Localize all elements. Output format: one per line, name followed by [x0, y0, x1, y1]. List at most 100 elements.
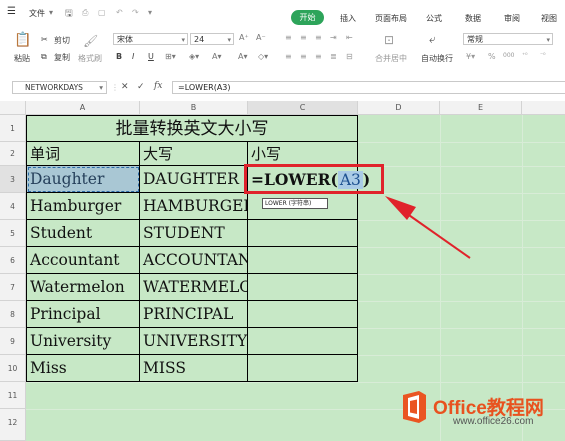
- table-cell-upper[interactable]: MISS: [140, 355, 248, 382]
- table-cell-upper[interactable]: PRINCIPAL: [140, 301, 248, 328]
- column-header-f[interactable]: [522, 101, 565, 115]
- bold-button[interactable]: B: [116, 52, 122, 61]
- row-header-3[interactable]: 3: [0, 166, 26, 193]
- formula-input[interactable]: =LOWER(A3): [172, 81, 565, 94]
- align-top-icon[interactable]: ≡: [285, 33, 292, 42]
- row-header-9[interactable]: 9: [0, 328, 26, 355]
- save-icon[interactable]: 🖫: [65, 6, 73, 22]
- align-middle-icon[interactable]: ≡: [300, 33, 307, 42]
- table-cell-lower[interactable]: [248, 355, 358, 382]
- column-header-d[interactable]: D: [358, 101, 440, 115]
- table-cell-lower[interactable]: [248, 328, 358, 355]
- table-cell-word[interactable]: Daughter: [27, 166, 140, 193]
- table-cell-lower[interactable]: [248, 274, 358, 301]
- name-box[interactable]: NETWORKDAYS ▾: [12, 81, 107, 94]
- print-icon[interactable]: ⎙: [82, 8, 88, 18]
- row-header-8[interactable]: 8: [0, 301, 26, 328]
- align-left-icon[interactable]: ≡: [285, 52, 292, 61]
- merge-center-button[interactable]: 合并居中: [375, 53, 407, 64]
- align-center-icon[interactable]: ≡: [300, 52, 307, 61]
- redo-icon[interactable]: ↷: [132, 8, 139, 17]
- wrap-text-button[interactable]: 自动换行: [421, 53, 453, 64]
- underline-button[interactable]: U: [148, 52, 154, 61]
- tab-data[interactable]: 数据: [465, 13, 481, 24]
- table-cell-upper[interactable]: STUDENT: [140, 220, 248, 247]
- table-cell-word[interactable]: Hamburger: [27, 193, 140, 220]
- outdent-icon[interactable]: ⇤: [346, 33, 353, 42]
- table-title[interactable]: 批量转换英文大小写: [27, 116, 358, 142]
- column-header-a[interactable]: A: [26, 101, 140, 115]
- brush-icon[interactable]: 🖌: [83, 34, 98, 48]
- copy-button[interactable]: 复制: [54, 52, 70, 63]
- table-cell-upper[interactable]: DAUGHTER: [140, 166, 248, 193]
- font-size-select[interactable]: 24 ▾: [190, 33, 234, 45]
- table-cell-upper[interactable]: UNIVERSITY: [140, 328, 248, 355]
- row-header-10[interactable]: 10: [0, 355, 26, 382]
- wrap-text-icon[interactable]: ⤶: [429, 32, 436, 47]
- tab-formulas[interactable]: 公式: [426, 13, 442, 24]
- row-header-12[interactable]: 12: [0, 409, 26, 441]
- cancel-icon[interactable]: ✕: [121, 82, 129, 92]
- paste-icon[interactable]: 📋: [14, 33, 31, 50]
- drag-handle-icon[interactable]: ⋮: [111, 83, 119, 92]
- font-name-select[interactable]: 宋体 ▾: [113, 33, 188, 45]
- paste-button[interactable]: 粘贴: [14, 53, 30, 64]
- row-header-1[interactable]: 1: [0, 115, 26, 142]
- tab-page-layout[interactable]: 页面布局: [375, 13, 407, 24]
- cut-button[interactable]: 剪切: [54, 35, 70, 46]
- decrease-decimal-icon[interactable]: ⁻⁰: [540, 52, 546, 59]
- header-cell-lower[interactable]: 小写: [248, 142, 358, 166]
- table-cell-lower[interactable]: [248, 247, 358, 274]
- header-cell-word[interactable]: 单词: [27, 142, 140, 166]
- italic-button[interactable]: I: [132, 52, 134, 61]
- header-cell-upper[interactable]: 大写: [140, 142, 248, 166]
- border-icon[interactable]: ⊞▾: [165, 52, 176, 61]
- table-cell-upper[interactable]: HAMBURGER: [140, 193, 248, 220]
- column-header-c[interactable]: C: [248, 101, 358, 115]
- undo-icon[interactable]: ↶: [116, 8, 123, 17]
- tab-home[interactable]: 开始: [291, 10, 324, 25]
- thousands-separator-button[interactable]: 000: [503, 52, 514, 59]
- increase-decimal-icon[interactable]: ⁺⁰: [522, 52, 528, 59]
- table-cell-word[interactable]: University: [27, 328, 140, 355]
- merge-cells-icon[interactable]: ⊡: [384, 33, 394, 47]
- table-cell-upper[interactable]: ACCOUNTANT: [140, 247, 248, 274]
- print-preview-icon[interactable]: ▢: [98, 8, 106, 17]
- distributed-icon[interactable]: ⊟: [346, 52, 353, 61]
- confirm-icon[interactable]: ✓: [137, 82, 145, 92]
- hamburger-menu-icon[interactable]: ☰: [7, 6, 16, 17]
- text-case-icon[interactable]: A▾: [238, 52, 248, 61]
- row-header-6[interactable]: 6: [0, 247, 26, 274]
- table-cell-word[interactable]: Student: [27, 220, 140, 247]
- row-header-7[interactable]: 7: [0, 274, 26, 301]
- table-cell-word[interactable]: Principal: [27, 301, 140, 328]
- row-header-11[interactable]: 11: [0, 382, 26, 409]
- font-color-icon[interactable]: A▾: [212, 52, 222, 61]
- align-bottom-icon[interactable]: ≡: [315, 33, 322, 42]
- tab-view[interactable]: 视图: [541, 13, 557, 24]
- table-cell-word[interactable]: Miss: [27, 355, 140, 382]
- row-header-5[interactable]: 5: [0, 220, 26, 247]
- row-header-2[interactable]: 2: [0, 142, 26, 166]
- fill-color-icon[interactable]: ◈▾: [189, 52, 199, 61]
- chevron-down-icon[interactable]: ▾: [49, 8, 53, 17]
- grow-font-icon[interactable]: A⁺: [239, 33, 249, 42]
- tab-review[interactable]: 审阅: [504, 13, 520, 24]
- table-cell-lower[interactable]: [248, 220, 358, 247]
- column-header-b[interactable]: B: [140, 101, 248, 115]
- align-right-icon[interactable]: ≡: [315, 52, 322, 61]
- number-format-select[interactable]: 常规 ▾: [463, 33, 553, 45]
- table-cell-word[interactable]: Watermelon: [27, 274, 140, 301]
- fx-icon[interactable]: fx: [154, 81, 162, 91]
- percent-button[interactable]: %: [488, 52, 496, 61]
- scissors-icon[interactable]: ✂: [41, 35, 48, 44]
- table-cell-word[interactable]: Accountant: [27, 247, 140, 274]
- eraser-icon[interactable]: ◇▾: [258, 52, 268, 61]
- copy-icon[interactable]: ⧉: [41, 52, 47, 62]
- tab-insert[interactable]: 插入: [340, 13, 356, 24]
- shrink-font-icon[interactable]: A⁻: [256, 33, 266, 42]
- table-cell-upper[interactable]: WATERMELON: [140, 274, 248, 301]
- indent-icon[interactable]: ⇥: [330, 33, 337, 42]
- column-header-e[interactable]: E: [440, 101, 522, 115]
- table-cell-lower[interactable]: [248, 301, 358, 328]
